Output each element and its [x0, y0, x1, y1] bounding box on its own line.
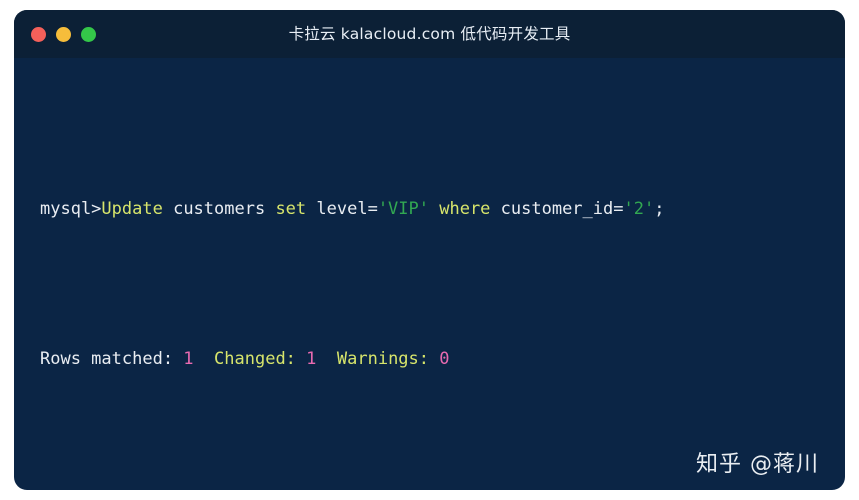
window-title: 卡拉云 kalacloud.com 低代码开发工具	[288, 25, 571, 43]
sql-table-name: customers	[162, 199, 276, 219]
sql-keyword-update: Update	[101, 199, 163, 219]
rows-matched-value: 1	[183, 349, 194, 369]
result-gap-2	[316, 349, 336, 369]
update-result-line: Rows matched: 1 Changed: 1 Warnings: 0	[40, 344, 845, 374]
traffic-lights	[31, 26, 96, 42]
sql-keyword-where: where	[429, 199, 491, 219]
result-gap-1	[194, 349, 214, 369]
close-button[interactable]	[31, 26, 46, 42]
command-line-update: mysql>Update customers set level='VIP' w…	[40, 194, 845, 224]
minimize-button[interactable]	[56, 26, 71, 42]
sql-terminator: ;	[654, 199, 665, 219]
terminal-body[interactable]: mysql>Update customers set level='VIP' w…	[14, 58, 845, 490]
changed-value: 1	[306, 349, 317, 369]
prompt: mysql>	[40, 199, 102, 219]
warnings-label: Warnings:	[336, 349, 440, 369]
window-titlebar: 卡拉云 kalacloud.com 低代码开发工具	[14, 10, 845, 58]
sql-column-level: level=	[306, 199, 378, 219]
rows-matched-label: Rows matched:	[40, 349, 184, 369]
sql-keyword-set: set	[275, 199, 307, 219]
maximize-button[interactable]	[81, 26, 96, 42]
watermark: 知乎 @蒋川	[696, 452, 819, 477]
sql-string-vip: 'VIP'	[377, 199, 429, 219]
sql-column-customer-id: customer_id=	[490, 199, 624, 219]
warnings-value: 0	[439, 349, 450, 369]
changed-label: Changed:	[214, 349, 307, 369]
sql-string-two: '2'	[623, 199, 655, 219]
terminal-window: 卡拉云 kalacloud.com 低代码开发工具 mysql>Update c…	[14, 10, 845, 490]
